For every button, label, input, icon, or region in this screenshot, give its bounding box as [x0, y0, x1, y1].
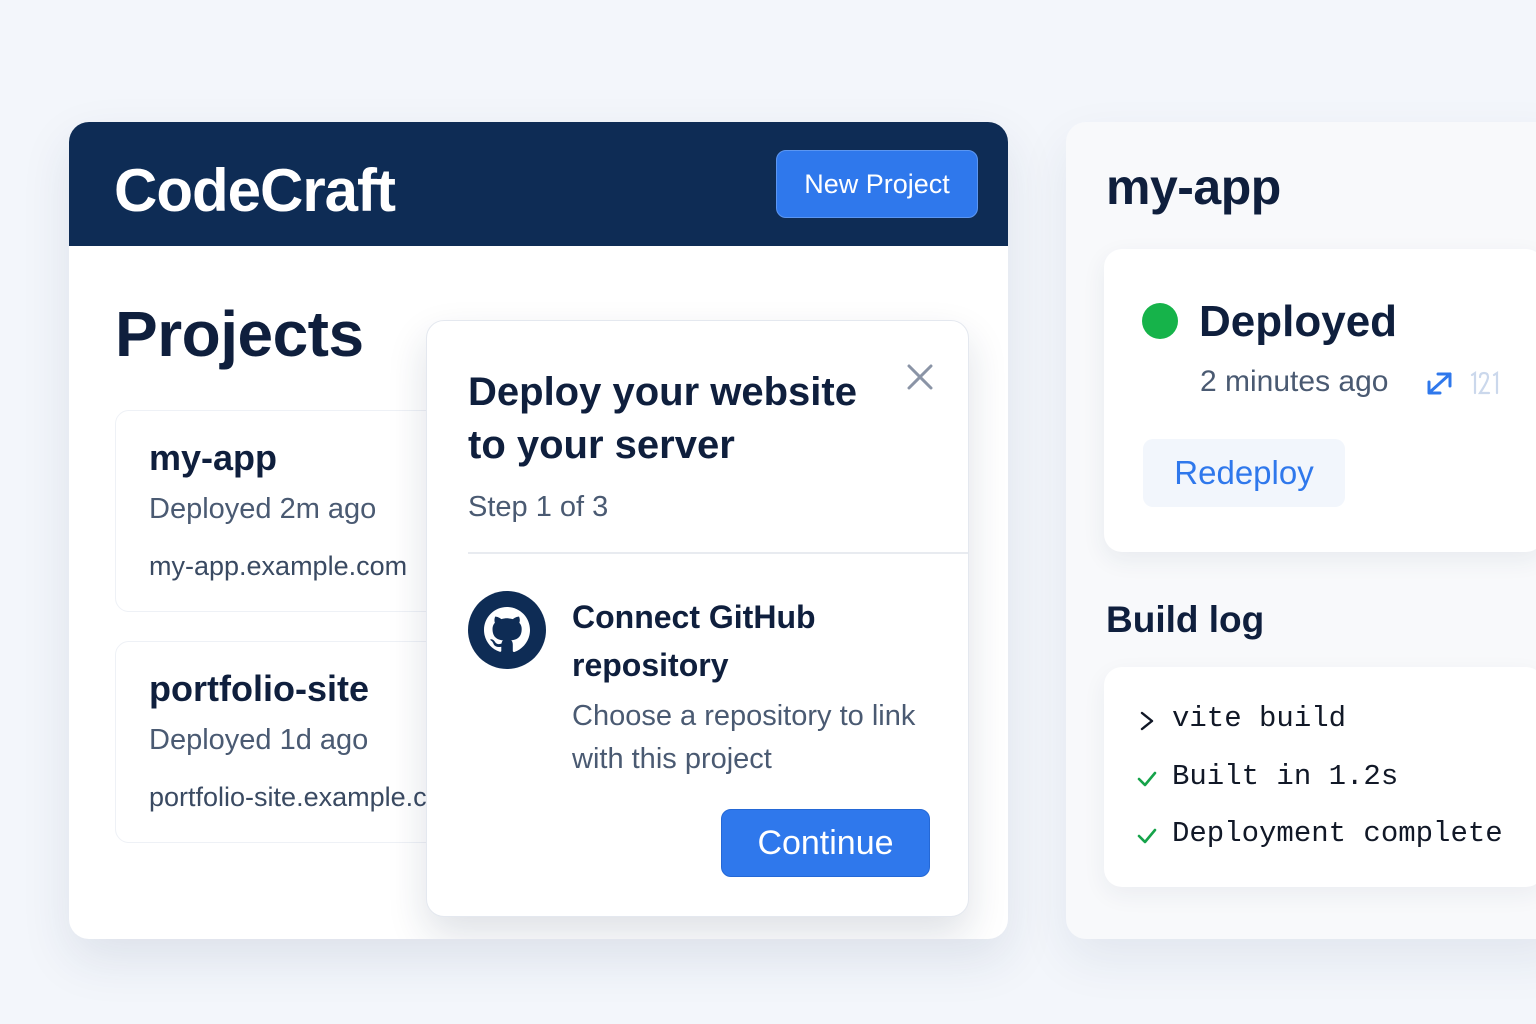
- connect-title: Connect GitHub repository: [572, 599, 816, 683]
- log-line: Deployment complete: [1136, 817, 1503, 850]
- log-text: Built in 1.2s: [1172, 760, 1399, 793]
- project-card-portfolio-site[interactable]: portfolio-site Deployed 1d ago portfolio…: [115, 641, 475, 843]
- project-status: Deployed 2m ago: [149, 493, 377, 525]
- redeploy-button[interactable]: Redeploy: [1143, 439, 1345, 507]
- check-icon: [1136, 766, 1158, 788]
- log-text: vite build: [1172, 702, 1347, 735]
- prompt-icon: [1136, 708, 1158, 730]
- log-line: Built in 1.2s: [1136, 760, 1398, 793]
- status-dot-icon: [1142, 303, 1178, 339]
- modal-divider: [468, 552, 968, 554]
- deployment-detail-panel: my-app Deployed 2 minutes ago Redeploy B…: [1066, 122, 1536, 939]
- project-name: portfolio-site: [149, 668, 369, 709]
- status-time: 2 minutes ago: [1200, 365, 1389, 398]
- status-card: Deployed 2 minutes ago Redeploy: [1104, 249, 1536, 552]
- build-log-title: Build log: [1106, 599, 1265, 640]
- log-text: Deployment complete: [1172, 817, 1503, 850]
- close-icon[interactable]: [902, 359, 938, 395]
- new-project-button[interactable]: New Project: [776, 150, 978, 218]
- page-title: Projects: [115, 298, 364, 370]
- continue-button[interactable]: Continue: [721, 809, 930, 877]
- status-label: Deployed: [1199, 297, 1398, 346]
- top-bar: CodeCraft New Project: [69, 122, 1008, 246]
- connect-description: Choose a repository to link with this pr…: [572, 700, 916, 775]
- project-status: Deployed 1d ago: [149, 724, 369, 756]
- external-link-icon[interactable]: [1426, 370, 1456, 396]
- faded-counter-icon: [1468, 370, 1506, 396]
- build-log: vite build Built in 1.2s Deployment comp…: [1104, 667, 1536, 887]
- github-icon: [468, 591, 546, 669]
- brand-logo: CodeCraft: [114, 157, 396, 224]
- detail-title: my-app: [1106, 159, 1281, 215]
- log-line: vite build: [1136, 702, 1346, 735]
- project-card-my-app[interactable]: my-app Deployed 2m ago my-app.example.co…: [115, 410, 475, 612]
- project-url[interactable]: portfolio-site.example.com: [149, 782, 464, 813]
- modal-title: Deploy your website to your server: [468, 370, 857, 467]
- project-name: my-app: [149, 437, 278, 478]
- check-icon: [1136, 823, 1158, 845]
- step-indicator: Step 1 of 3: [468, 491, 609, 523]
- project-url[interactable]: my-app.example.com: [149, 551, 407, 582]
- deploy-modal: Deploy your website to your server Step …: [426, 320, 969, 917]
- projects-window: CodeCraft New Project Projects my-app De…: [69, 122, 1008, 939]
